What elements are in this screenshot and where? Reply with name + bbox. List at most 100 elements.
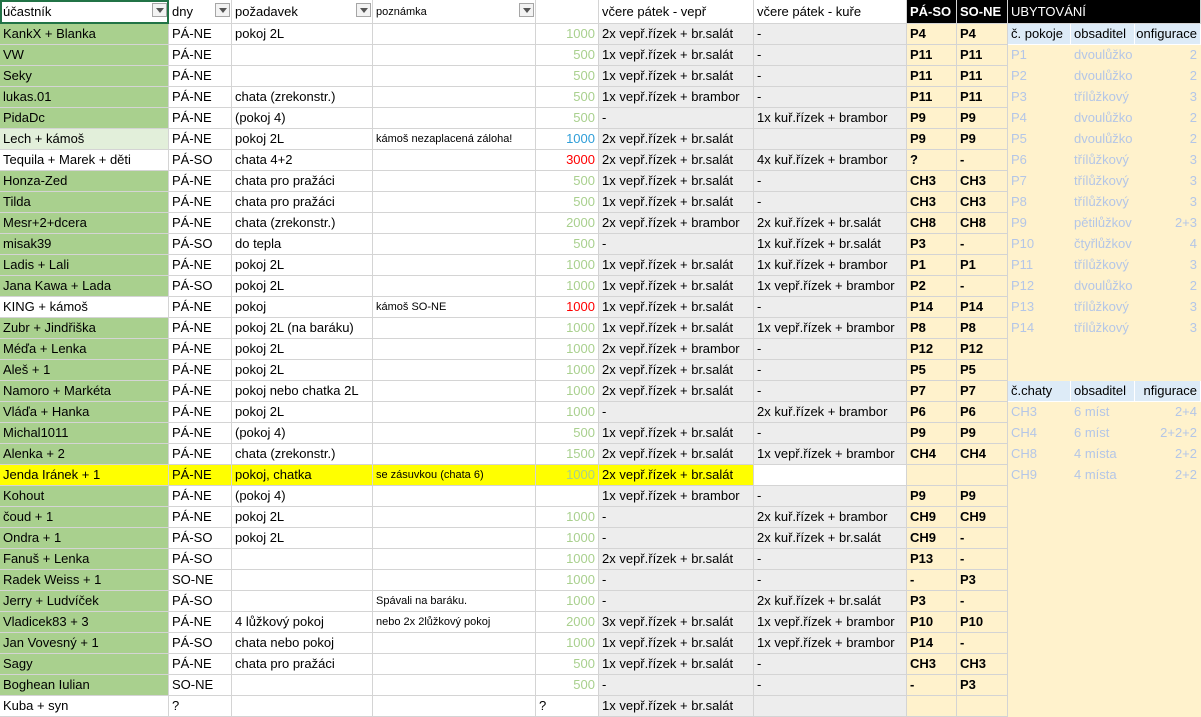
days-cell[interactable]: PÁ-NE [169, 444, 232, 465]
food-pork-cell[interactable]: 1x vepř.řízek + br.salát [599, 654, 754, 675]
participant-cell[interactable]: Kohout [0, 486, 169, 507]
food-chicken-cell[interactable]: 2x kuř.řízek + br.salát [754, 528, 907, 549]
food-pork-cell[interactable]: 2x vepř.řízek + br.salát [599, 465, 754, 486]
food-pork-cell[interactable]: 1x vepř.řízek + brambor [599, 486, 754, 507]
participant-cell[interactable]: Honza-Zed [0, 171, 169, 192]
days-cell[interactable]: PÁ-NE [169, 45, 232, 66]
panel-room-id[interactable]: CH9 [1008, 465, 1071, 486]
panel-room-config[interactable]: 2 [1135, 129, 1201, 150]
panel-room-id[interactable]: P1 [1008, 45, 1071, 66]
room-fri-sat-cell[interactable]: P13 [907, 549, 957, 570]
days-cell[interactable]: PÁ-NE [169, 465, 232, 486]
request-cell[interactable]: pokoj 2L [232, 129, 373, 150]
room-fri-sat-cell[interactable]: P10 [907, 612, 957, 633]
food-pork-cell[interactable]: 1x vepř.řízek + br.salát [599, 45, 754, 66]
participant-cell[interactable]: Jerry + Ludvíček [0, 591, 169, 612]
participant-cell[interactable]: Ladis + Lali [0, 255, 169, 276]
panel-room-config[interactable]: 2+2 [1135, 465, 1201, 486]
days-cell[interactable]: PÁ-NE [169, 507, 232, 528]
request-cell[interactable]: pokoj, chatka [232, 465, 373, 486]
food-pork-cell[interactable]: 2x vepř.řízek + br.salát [599, 360, 754, 381]
food-chicken-cell[interactable]: - [754, 192, 907, 213]
panel-room-config[interactable]: 2+2 [1135, 444, 1201, 465]
room-fri-sat-cell[interactable]: CH9 [907, 528, 957, 549]
room-sat-sun-cell[interactable]: CH9 [957, 507, 1008, 528]
panel-room-id[interactable]: P8 [1008, 192, 1071, 213]
participant-cell[interactable]: KING + kámoš [0, 297, 169, 318]
note-cell[interactable] [373, 171, 536, 192]
request-cell[interactable]: pokoj 2L [232, 255, 373, 276]
days-cell[interactable]: PÁ-NE [169, 108, 232, 129]
participant-cell[interactable]: lukas.01 [0, 87, 169, 108]
room-sat-sun-cell[interactable]: CH8 [957, 213, 1008, 234]
note-cell[interactable]: kámoš nezaplacená záloha! [373, 129, 536, 150]
note-cell[interactable] [373, 486, 536, 507]
note-cell[interactable] [373, 150, 536, 171]
panel-room-config[interactable]: 2+3 [1135, 213, 1201, 234]
food-chicken-cell[interactable]: 2x kuř.řízek + brambor [754, 507, 907, 528]
food-pork-cell[interactable]: 2x vepř.řízek + br.salát [599, 444, 754, 465]
request-cell[interactable]: pokoj 2L [232, 402, 373, 423]
food-pork-cell[interactable]: - [599, 591, 754, 612]
panel-room-config[interactable]: 3 [1135, 192, 1201, 213]
request-cell[interactable]: pokoj 2L [232, 276, 373, 297]
note-cell[interactable] [373, 402, 536, 423]
room-fri-sat-cell[interactable]: P9 [907, 486, 957, 507]
participant-cell[interactable]: Seky [0, 66, 169, 87]
days-cell[interactable]: PÁ-NE [169, 255, 232, 276]
note-cell[interactable] [373, 633, 536, 654]
request-cell[interactable]: pokoj 2L [232, 339, 373, 360]
food-chicken-cell[interactable]: - [754, 45, 907, 66]
food-chicken-cell[interactable]: 1x vepř.řízek + brambor [754, 612, 907, 633]
participant-cell[interactable]: KankX + Blanka [0, 24, 169, 45]
panel-room-type[interactable]: dvoulůžko [1071, 108, 1135, 129]
note-cell[interactable]: Spávali na baráku. [373, 591, 536, 612]
deposit-amount-cell[interactable]: 1000 [536, 297, 599, 318]
deposit-amount-cell[interactable]: 1000 [536, 24, 599, 45]
request-cell[interactable]: pokoj 2L [232, 24, 373, 45]
participant-cell[interactable]: Zubr + Jindřiška [0, 318, 169, 339]
room-fri-sat-cell[interactable]: - [907, 570, 957, 591]
deposit-amount-cell[interactable]: 500 [536, 192, 599, 213]
food-pork-cell[interactable]: 1x vepř.řízek + br.salát [599, 171, 754, 192]
room-sat-sun-cell[interactable]: - [957, 234, 1008, 255]
food-pork-cell[interactable]: - [599, 675, 754, 696]
panel-room-type[interactable]: 6 míst [1071, 402, 1135, 423]
panel-room-type[interactable]: třílůžkový [1071, 192, 1135, 213]
days-cell[interactable]: PÁ-NE [169, 66, 232, 87]
participant-cell[interactable]: Michal1011 [0, 423, 169, 444]
food-pork-cell[interactable]: 1x vepř.řízek + br.salát [599, 255, 754, 276]
room-sat-sun-cell[interactable]: P3 [957, 570, 1008, 591]
room-sat-sun-cell[interactable]: P4 [957, 24, 1008, 45]
panel-room-config[interactable]: 2+2+2 [1135, 423, 1201, 444]
panel-room-type[interactable]: třílůžkový [1071, 318, 1135, 339]
room-fri-sat-cell[interactable]: - [907, 675, 957, 696]
participant-cell[interactable]: Jenda Iránek + 1 [0, 465, 169, 486]
panel-room-config[interactable]: 3 [1135, 255, 1201, 276]
panel-room-type[interactable]: třílůžkový [1071, 171, 1135, 192]
food-chicken-cell[interactable]: - [754, 486, 907, 507]
room-sat-sun-cell[interactable]: P11 [957, 45, 1008, 66]
days-cell[interactable]: PÁ-SO [169, 591, 232, 612]
panel-room-id[interactable]: P6 [1008, 150, 1071, 171]
food-chicken-cell[interactable]: - [754, 423, 907, 444]
food-pork-cell[interactable]: 1x vepř.řízek + br.salát [599, 192, 754, 213]
days-cell[interactable]: PÁ-NE [169, 360, 232, 381]
request-cell[interactable]: (pokoj 4) [232, 423, 373, 444]
deposit-amount-cell[interactable]: 1000 [536, 549, 599, 570]
panel-room-id[interactable]: P12 [1008, 276, 1071, 297]
request-cell[interactable]: (pokoj 4) [232, 108, 373, 129]
request-cell[interactable]: chata pro pražáci [232, 192, 373, 213]
room-sat-sun-cell[interactable]: CH3 [957, 192, 1008, 213]
panel-room-config[interactable]: 2 [1135, 276, 1201, 297]
room-fri-sat-cell[interactable]: CH8 [907, 213, 957, 234]
room-sat-sun-cell[interactable]: - [957, 528, 1008, 549]
days-cell[interactable]: PÁ-SO [169, 234, 232, 255]
food-chicken-cell[interactable]: - [754, 360, 907, 381]
room-fri-sat-cell[interactable]: P4 [907, 24, 957, 45]
room-fri-sat-cell[interactable] [907, 465, 957, 486]
days-cell[interactable]: SO-NE [169, 675, 232, 696]
deposit-amount-cell[interactable]: 500 [536, 108, 599, 129]
panel-room-config[interactable]: 3 [1135, 297, 1201, 318]
deposit-amount-cell[interactable]: 500 [536, 675, 599, 696]
